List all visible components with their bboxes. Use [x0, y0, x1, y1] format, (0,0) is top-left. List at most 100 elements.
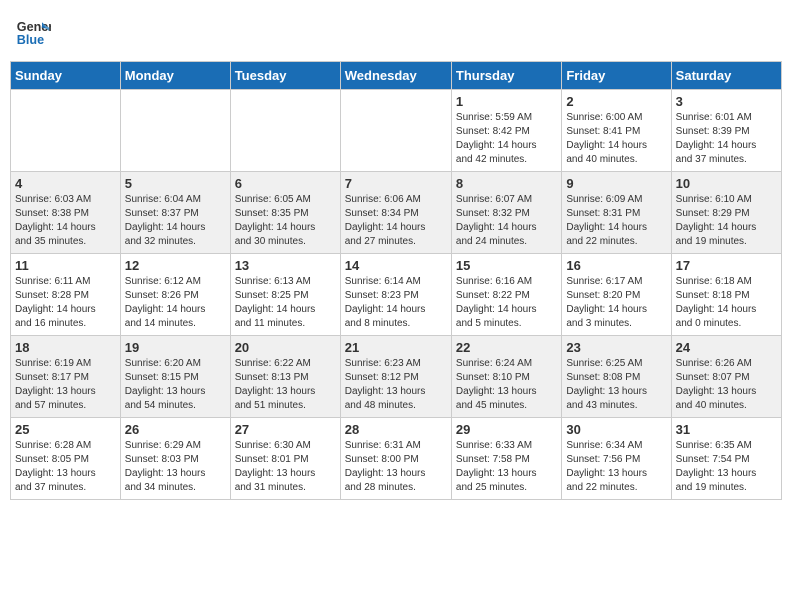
day-info: Sunrise: 6:29 AM Sunset: 8:03 PM Dayligh…	[125, 439, 226, 495]
week-row-4: 18 Sunrise: 6:19 AM Sunset: 8:17 PM Dayli…	[11, 336, 782, 418]
weekday-header-friday: Friday	[562, 62, 671, 90]
calendar-cell: 19 Sunrise: 6:20 AM Sunset: 8:15 PM Dayli…	[120, 336, 230, 418]
day-number: 20	[235, 340, 336, 355]
day-number: 16	[566, 258, 666, 273]
calendar-cell: 3 Sunrise: 6:01 AM Sunset: 8:39 PM Daylig…	[671, 90, 781, 172]
weekday-header-monday: Monday	[120, 62, 230, 90]
day-info: Sunrise: 6:06 AM Sunset: 8:34 PM Dayligh…	[345, 193, 447, 249]
day-number: 9	[566, 176, 666, 191]
week-row-2: 4 Sunrise: 6:03 AM Sunset: 8:38 PM Daylig…	[11, 172, 782, 254]
day-number: 28	[345, 422, 447, 437]
day-number: 7	[345, 176, 447, 191]
day-info: Sunrise: 6:13 AM Sunset: 8:25 PM Dayligh…	[235, 275, 336, 331]
calendar-cell: 13 Sunrise: 6:13 AM Sunset: 8:25 PM Dayli…	[230, 254, 340, 336]
day-info: Sunrise: 6:05 AM Sunset: 8:35 PM Dayligh…	[235, 193, 336, 249]
calendar-cell	[11, 90, 121, 172]
week-row-3: 11 Sunrise: 6:11 AM Sunset: 8:28 PM Dayli…	[11, 254, 782, 336]
day-info: Sunrise: 6:12 AM Sunset: 8:26 PM Dayligh…	[125, 275, 226, 331]
day-number: 3	[676, 94, 777, 109]
day-info: Sunrise: 6:19 AM Sunset: 8:17 PM Dayligh…	[15, 357, 116, 413]
day-info: Sunrise: 6:11 AM Sunset: 8:28 PM Dayligh…	[15, 275, 116, 331]
day-info: Sunrise: 6:20 AM Sunset: 8:15 PM Dayligh…	[125, 357, 226, 413]
day-info: Sunrise: 6:10 AM Sunset: 8:29 PM Dayligh…	[676, 193, 777, 249]
calendar-cell	[120, 90, 230, 172]
day-info: Sunrise: 6:24 AM Sunset: 8:10 PM Dayligh…	[456, 357, 557, 413]
calendar-cell: 10 Sunrise: 6:10 AM Sunset: 8:29 PM Dayli…	[671, 172, 781, 254]
day-number: 2	[566, 94, 666, 109]
day-number: 6	[235, 176, 336, 191]
calendar-cell: 31 Sunrise: 6:35 AM Sunset: 7:54 PM Dayli…	[671, 418, 781, 500]
svg-text:Blue: Blue	[17, 33, 44, 47]
day-number: 10	[676, 176, 777, 191]
day-number: 22	[456, 340, 557, 355]
calendar-cell: 22 Sunrise: 6:24 AM Sunset: 8:10 PM Dayli…	[451, 336, 561, 418]
calendar-cell: 15 Sunrise: 6:16 AM Sunset: 8:22 PM Dayli…	[451, 254, 561, 336]
calendar-cell: 1Sunrise: 5:59 AM Sunset: 8:42 PM Daylig…	[451, 90, 561, 172]
day-info: Sunrise: 6:04 AM Sunset: 8:37 PM Dayligh…	[125, 193, 226, 249]
day-info: Sunrise: 6:03 AM Sunset: 8:38 PM Dayligh…	[15, 193, 116, 249]
day-info: Sunrise: 6:25 AM Sunset: 8:08 PM Dayligh…	[566, 357, 666, 413]
day-info: Sunrise: 6:14 AM Sunset: 8:23 PM Dayligh…	[345, 275, 447, 331]
day-info: Sunrise: 5:59 AM Sunset: 8:42 PM Dayligh…	[456, 111, 557, 167]
day-number: 18	[15, 340, 116, 355]
calendar-cell: 14 Sunrise: 6:14 AM Sunset: 8:23 PM Dayli…	[340, 254, 451, 336]
day-number: 11	[15, 258, 116, 273]
day-number: 26	[125, 422, 226, 437]
day-number: 25	[15, 422, 116, 437]
day-number: 15	[456, 258, 557, 273]
calendar-cell: 16 Sunrise: 6:17 AM Sunset: 8:20 PM Dayli…	[562, 254, 671, 336]
day-number: 21	[345, 340, 447, 355]
day-number: 19	[125, 340, 226, 355]
weekday-header-tuesday: Tuesday	[230, 62, 340, 90]
calendar-cell: 18 Sunrise: 6:19 AM Sunset: 8:17 PM Dayli…	[11, 336, 121, 418]
day-info: Sunrise: 6:18 AM Sunset: 8:18 PM Dayligh…	[676, 275, 777, 331]
calendar-cell: 29 Sunrise: 6:33 AM Sunset: 7:58 PM Dayli…	[451, 418, 561, 500]
calendar-cell: 8 Sunrise: 6:07 AM Sunset: 8:32 PM Daylig…	[451, 172, 561, 254]
day-info: Sunrise: 6:17 AM Sunset: 8:20 PM Dayligh…	[566, 275, 666, 331]
calendar-cell: 11 Sunrise: 6:11 AM Sunset: 8:28 PM Dayli…	[11, 254, 121, 336]
calendar-cell: 17Sunrise: 6:18 AM Sunset: 8:18 PM Dayli…	[671, 254, 781, 336]
day-info: Sunrise: 6:31 AM Sunset: 8:00 PM Dayligh…	[345, 439, 447, 495]
calendar-cell: 26 Sunrise: 6:29 AM Sunset: 8:03 PM Dayli…	[120, 418, 230, 500]
day-info: Sunrise: 6:33 AM Sunset: 7:58 PM Dayligh…	[456, 439, 557, 495]
day-number: 31	[676, 422, 777, 437]
day-number: 8	[456, 176, 557, 191]
calendar-cell: 2 Sunrise: 6:00 AM Sunset: 8:41 PM Daylig…	[562, 90, 671, 172]
day-number: 29	[456, 422, 557, 437]
day-info: Sunrise: 6:23 AM Sunset: 8:12 PM Dayligh…	[345, 357, 447, 413]
calendar-cell: 23 Sunrise: 6:25 AM Sunset: 8:08 PM Dayli…	[562, 336, 671, 418]
day-info: Sunrise: 6:22 AM Sunset: 8:13 PM Dayligh…	[235, 357, 336, 413]
week-row-1: 1Sunrise: 5:59 AM Sunset: 8:42 PM Daylig…	[11, 90, 782, 172]
calendar-cell	[230, 90, 340, 172]
day-number: 4	[15, 176, 116, 191]
day-info: Sunrise: 6:07 AM Sunset: 8:32 PM Dayligh…	[456, 193, 557, 249]
weekday-header-sunday: Sunday	[11, 62, 121, 90]
day-number: 12	[125, 258, 226, 273]
day-info: Sunrise: 6:01 AM Sunset: 8:39 PM Dayligh…	[676, 111, 777, 167]
calendar-cell	[340, 90, 451, 172]
day-info: Sunrise: 6:09 AM Sunset: 8:31 PM Dayligh…	[566, 193, 666, 249]
day-number: 24	[676, 340, 777, 355]
day-number: 27	[235, 422, 336, 437]
logo: General Blue	[15, 15, 51, 51]
day-info: Sunrise: 6:16 AM Sunset: 8:22 PM Dayligh…	[456, 275, 557, 331]
weekday-header-thursday: Thursday	[451, 62, 561, 90]
day-info: Sunrise: 6:26 AM Sunset: 8:07 PM Dayligh…	[676, 357, 777, 413]
day-number: 5	[125, 176, 226, 191]
calendar-cell: 12 Sunrise: 6:12 AM Sunset: 8:26 PM Dayli…	[120, 254, 230, 336]
logo-icon: General Blue	[15, 15, 51, 51]
day-number: 23	[566, 340, 666, 355]
day-info: Sunrise: 6:00 AM Sunset: 8:41 PM Dayligh…	[566, 111, 666, 167]
calendar-cell: 4 Sunrise: 6:03 AM Sunset: 8:38 PM Daylig…	[11, 172, 121, 254]
calendar-cell: 5 Sunrise: 6:04 AM Sunset: 8:37 PM Daylig…	[120, 172, 230, 254]
calendar-cell: 24 Sunrise: 6:26 AM Sunset: 8:07 PM Dayli…	[671, 336, 781, 418]
week-row-5: 25Sunrise: 6:28 AM Sunset: 8:05 PM Dayli…	[11, 418, 782, 500]
calendar-cell: 20 Sunrise: 6:22 AM Sunset: 8:13 PM Dayli…	[230, 336, 340, 418]
calendar-cell: 30Sunrise: 6:34 AM Sunset: 7:56 PM Dayli…	[562, 418, 671, 500]
calendar: SundayMondayTuesdayWednesdayThursdayFrid…	[10, 61, 782, 500]
day-info: Sunrise: 6:35 AM Sunset: 7:54 PM Dayligh…	[676, 439, 777, 495]
day-number: 14	[345, 258, 447, 273]
day-number: 13	[235, 258, 336, 273]
calendar-cell: 28 Sunrise: 6:31 AM Sunset: 8:00 PM Dayli…	[340, 418, 451, 500]
weekday-header-saturday: Saturday	[671, 62, 781, 90]
